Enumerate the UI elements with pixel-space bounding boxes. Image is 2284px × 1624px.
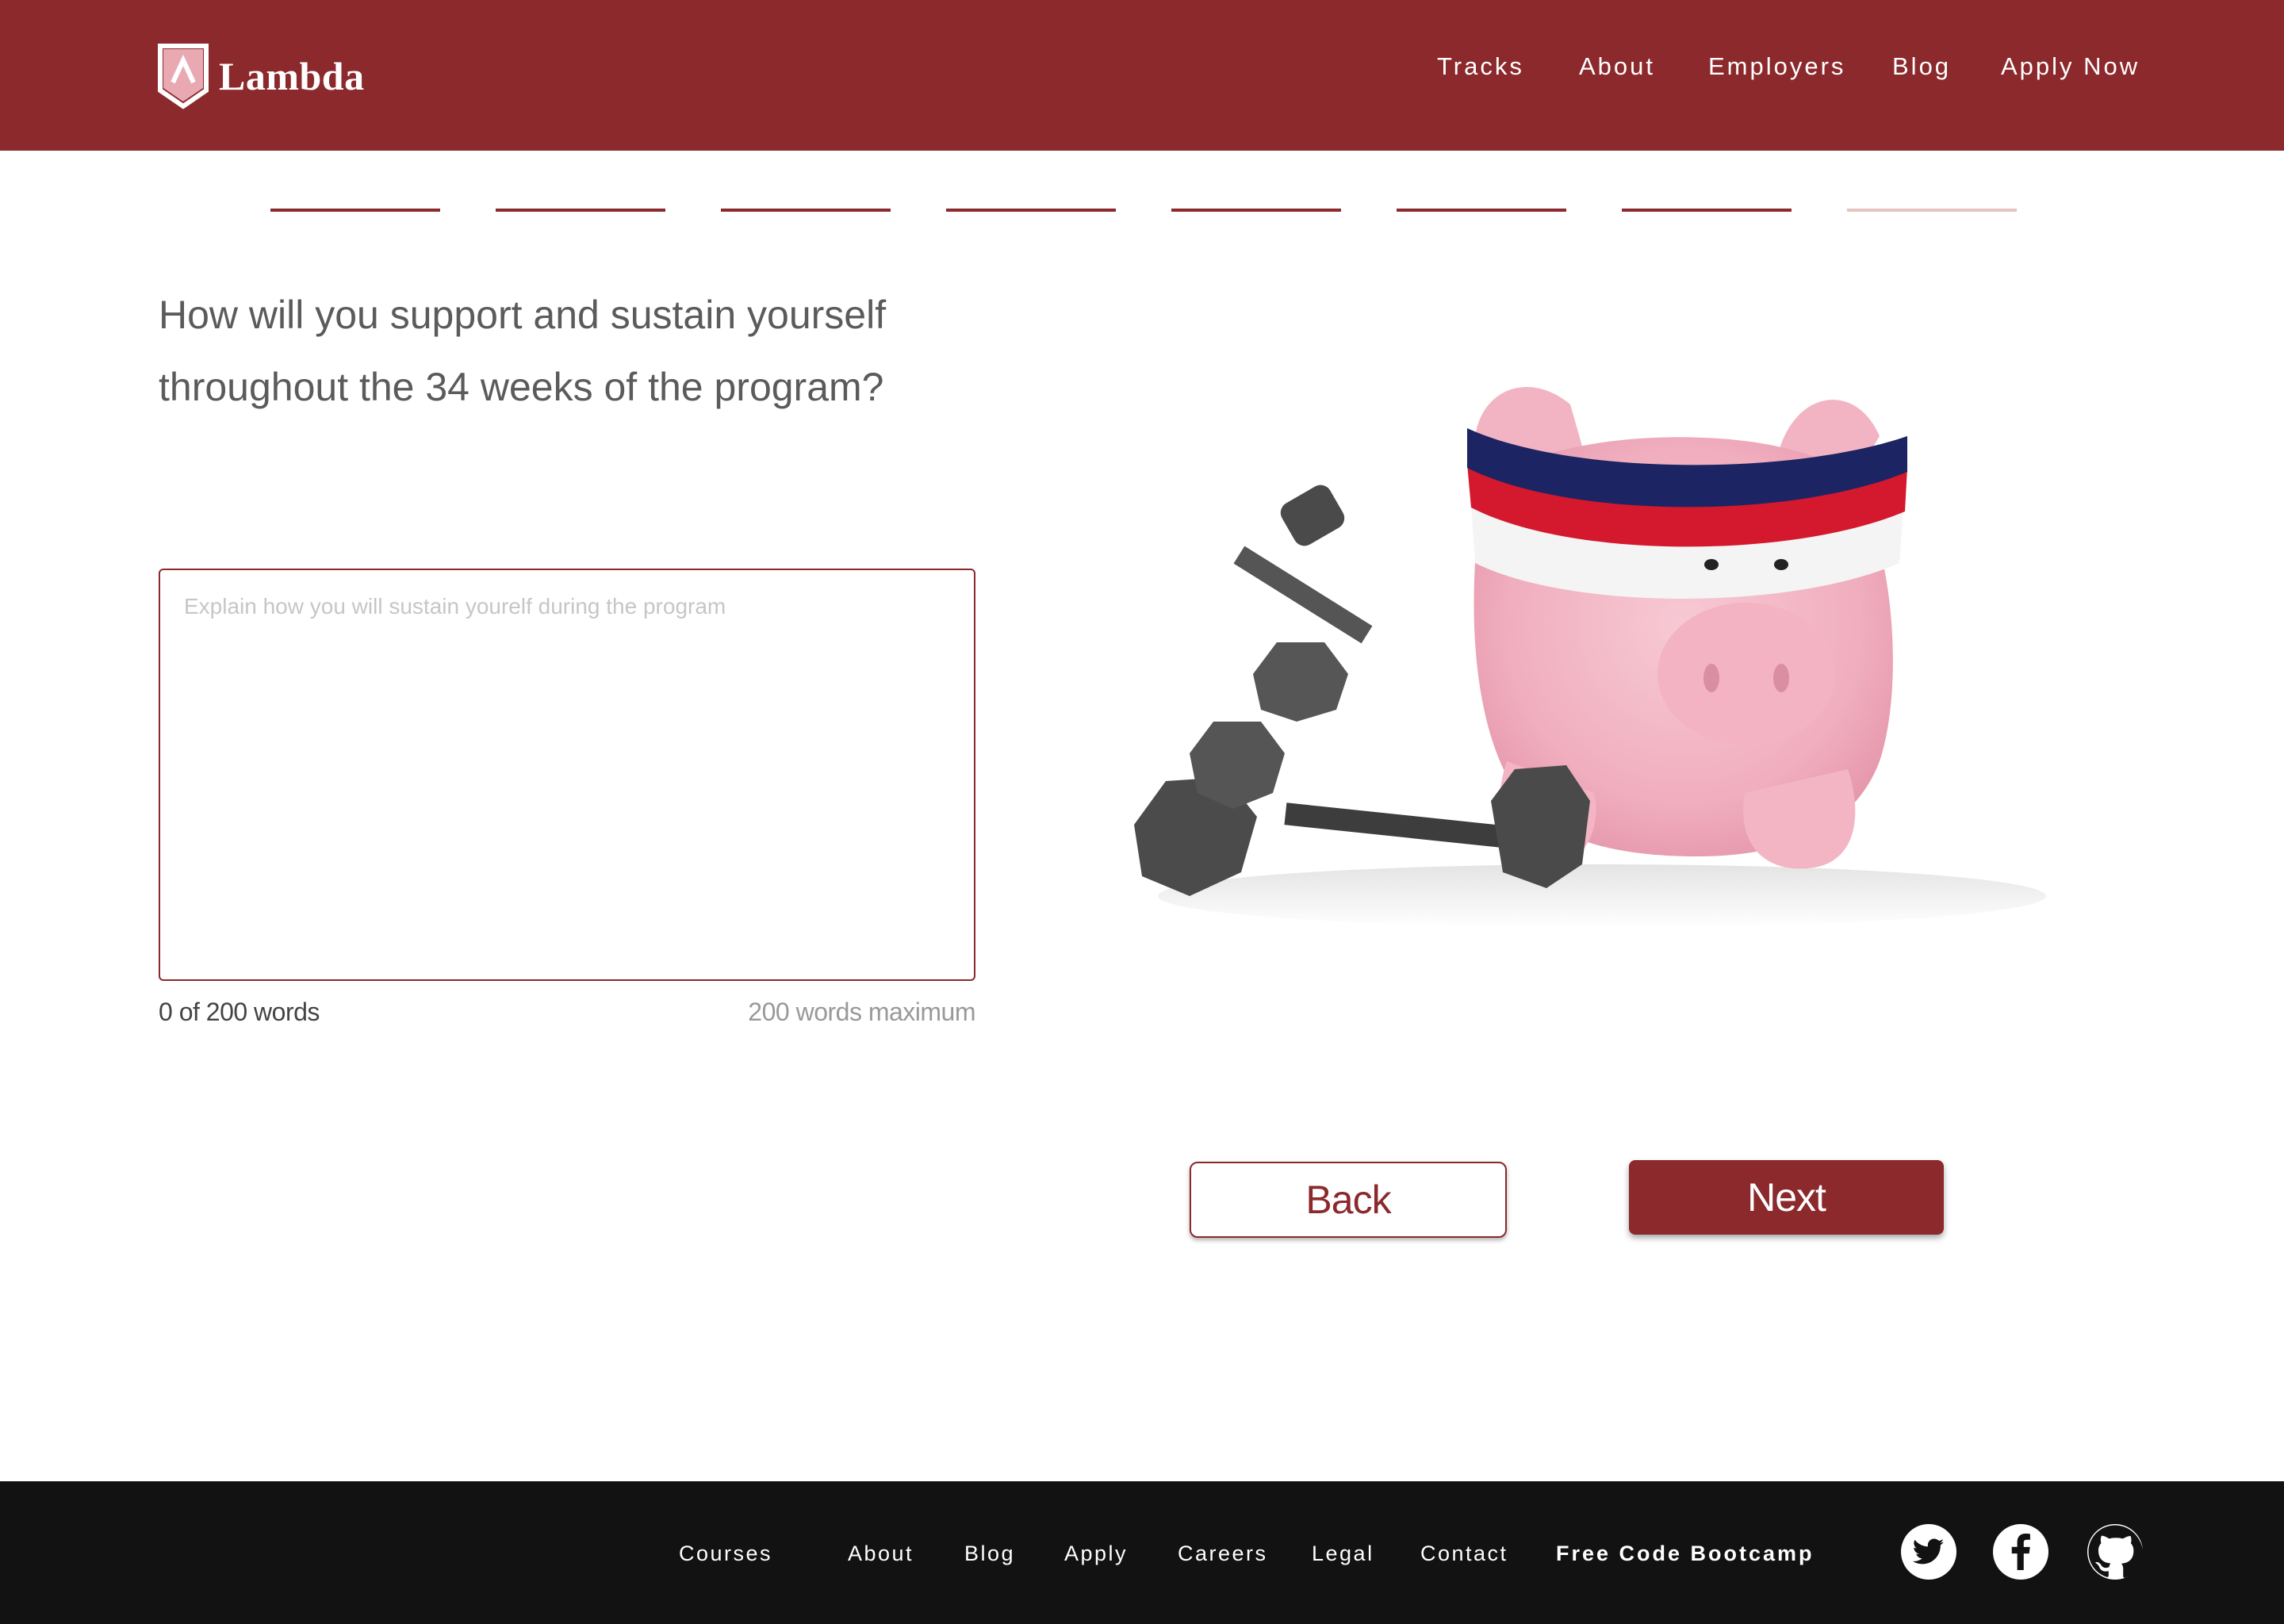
progress-step-5 <box>1171 209 1341 212</box>
github-link[interactable] <box>2087 1524 2143 1580</box>
dumbbell-head-top <box>1253 642 1348 722</box>
footer-link-contact[interactable]: Contact <box>1420 1542 1508 1566</box>
footer-link-legal[interactable]: Legal <box>1312 1542 1374 1566</box>
word-limit: 200 words maximum <box>748 998 975 1026</box>
nav-blog[interactable]: Blog <box>1892 52 1951 81</box>
progress-step-7 <box>1622 209 1792 212</box>
twitter-icon <box>1913 1538 1945 1565</box>
lambda-shield-icon <box>158 44 209 109</box>
facebook-icon <box>2011 1534 2030 1570</box>
progress-step-1 <box>270 209 440 212</box>
word-count: 0 of 200 words <box>159 998 320 1026</box>
facebook-link[interactable] <box>1993 1524 2048 1580</box>
progress-step-6 <box>1397 209 1566 212</box>
footer-link-free-code-bootcamp[interactable]: Free Code Bootcamp <box>1556 1542 1815 1566</box>
footer-link-about[interactable]: About <box>848 1542 914 1566</box>
pig-nostril-left <box>1703 664 1719 692</box>
twitter-link[interactable] <box>1901 1524 1956 1580</box>
answer-textarea[interactable] <box>159 569 975 981</box>
question-text: How will you support and sustain yoursel… <box>159 279 1031 423</box>
dumbbell-back <box>1233 485 1373 644</box>
pig-eye-left <box>1704 559 1719 570</box>
question-line-1: How will you support and sustain yoursel… <box>159 293 887 337</box>
site-header: Lambda Tracks About Employers Blog Apply… <box>0 0 2284 151</box>
nav-tracks[interactable]: Tracks <box>1437 52 1524 81</box>
footer-link-blog[interactable]: Blog <box>964 1542 1015 1566</box>
question-line-2: throughout the 34 weeks of the program? <box>159 365 884 409</box>
footer-link-careers[interactable]: Careers <box>1178 1542 1268 1566</box>
footer-link-courses[interactable]: Courses <box>679 1542 772 1566</box>
progress-step-8 <box>1847 209 2017 212</box>
dumbbell-head-mid <box>1190 722 1285 809</box>
footer-link-apply[interactable]: Apply <box>1064 1542 1128 1566</box>
floor-shadow <box>1158 864 2046 928</box>
nav-about[interactable]: About <box>1579 52 1655 81</box>
progress-step-3 <box>721 209 891 212</box>
github-icon <box>2088 1525 2143 1578</box>
next-button[interactable]: Next <box>1629 1160 1944 1235</box>
pig-eye-right <box>1774 559 1788 570</box>
nav-employers[interactable]: Employers <box>1708 52 1845 81</box>
progress-step-4 <box>946 209 1116 212</box>
piggy-bank-dumbbell-illustration <box>1134 386 2046 928</box>
brand-logo[interactable]: Lambda <box>157 43 365 109</box>
nav-apply-now[interactable]: Apply Now <box>2001 52 2140 81</box>
brand-name: Lambda <box>219 54 365 98</box>
pig-nostril-right <box>1773 664 1789 692</box>
pig-snout <box>1657 603 1835 745</box>
progress-step-2 <box>496 209 665 212</box>
back-button[interactable]: Back <box>1190 1162 1507 1238</box>
